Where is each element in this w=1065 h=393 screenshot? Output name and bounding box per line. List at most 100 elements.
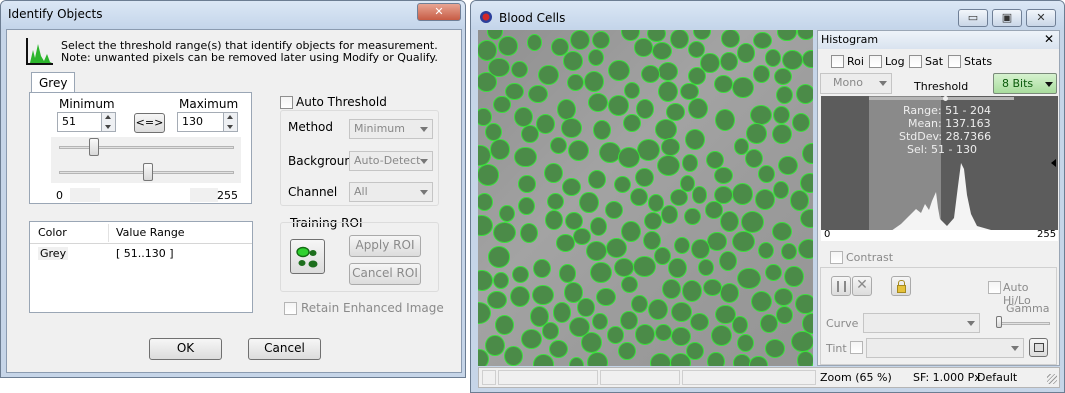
minimum-spinner[interactable]	[101, 112, 116, 132]
blood-cell	[531, 284, 555, 306]
blood-cell	[631, 295, 648, 314]
tint-select[interactable]	[866, 338, 1024, 358]
blood-cell	[607, 95, 630, 116]
blood-cell	[565, 211, 584, 230]
resize-grip-icon[interactable]	[1047, 374, 1057, 384]
blood-cell	[719, 283, 740, 303]
method-select[interactable]: Minimum	[349, 119, 433, 139]
table-header: Color Value Range	[30, 222, 252, 244]
blood-cell	[544, 162, 563, 183]
gamma-slider-track[interactable]	[996, 322, 1050, 325]
maximum-input[interactable]: 130	[177, 112, 224, 132]
table-row[interactable]: Grey [ 51..130 ]	[30, 245, 252, 263]
minimum-slider-track[interactable]	[59, 146, 234, 149]
histogram-tool-button[interactable]	[831, 276, 851, 296]
tab-grey-label: Grey	[39, 76, 68, 90]
background-select[interactable]: Auto-Detect	[349, 151, 433, 171]
auto-threshold-checkbox[interactable]	[280, 96, 293, 109]
image-window-title: Blood Cells	[499, 11, 566, 25]
maximum-spinner[interactable]	[223, 112, 238, 132]
blood-cell	[569, 316, 591, 337]
minimize-button[interactable]: ▭	[958, 9, 988, 27]
blood-cell	[715, 304, 736, 325]
blood-cell	[651, 41, 672, 60]
blood-cell	[698, 259, 715, 277]
log-checkbox[interactable]	[869, 55, 882, 68]
cancel-roi-button[interactable]: Cancel ROI	[349, 263, 421, 285]
maximum-slider-thumb[interactable]	[143, 163, 154, 181]
mono-select[interactable]: Mono	[820, 73, 892, 94]
blood-cell	[519, 223, 538, 244]
blood-cell	[621, 275, 639, 294]
histogram-plot[interactable]: 0 255 Range: 51 - 204 Mean: 137.163 StdD…	[821, 96, 1058, 241]
stat-sel: Sel: 51 - 130	[907, 143, 977, 156]
apply-roi-button[interactable]: Apply ROI	[349, 235, 421, 257]
auto-hilo-checkbox[interactable]	[988, 281, 1001, 294]
blood-cell	[655, 118, 678, 140]
tint-checkbox[interactable]	[850, 341, 863, 354]
blood-cell	[749, 356, 768, 366]
tint-picker-button[interactable]	[1029, 338, 1048, 357]
gamma-slider-thumb[interactable]	[996, 316, 1002, 328]
blood-cell	[764, 339, 786, 358]
stats-checkbox[interactable]	[948, 55, 961, 68]
maximize-button[interactable]: ▣	[992, 9, 1022, 27]
blood-cell	[487, 246, 510, 268]
bits-select[interactable]: 8 Bits	[993, 73, 1057, 94]
roi-checkbox[interactable]	[831, 55, 844, 68]
blood-cells-image[interactable]	[478, 30, 813, 366]
lock-button[interactable]	[891, 276, 911, 296]
blood-cell	[715, 108, 735, 131]
blood-cell	[527, 85, 548, 104]
ok-button[interactable]: OK	[149, 338, 222, 360]
status-bar: Zoom (65 %) SF: 1.000 Px Default	[478, 367, 1060, 388]
contrast-checkbox[interactable]	[830, 251, 843, 264]
tab-grey[interactable]: Grey	[31, 72, 75, 93]
zoom-status: Zoom (65 %)	[820, 371, 892, 384]
blood-cell	[721, 30, 741, 48]
contrast-label: Contrast	[846, 251, 894, 264]
range-max-label: 255	[217, 189, 238, 202]
clear-button[interactable]: ✕	[852, 276, 872, 296]
cancel-button[interactable]: Cancel	[248, 338, 321, 360]
minimum-input[interactable]: 51	[57, 112, 102, 132]
column-divider	[108, 224, 109, 242]
blood-cell	[796, 30, 813, 41]
blood-cell	[784, 265, 804, 288]
status-cell-2	[498, 370, 598, 385]
blood-cell	[704, 201, 724, 219]
blood-cell	[669, 30, 689, 50]
image-close-button[interactable]: ✕	[1026, 9, 1056, 27]
picker-icon	[1034, 343, 1044, 352]
threshold-pointer-icon[interactable]	[1051, 159, 1056, 167]
curve-select[interactable]	[863, 313, 980, 333]
retain-enhanced-checkbox[interactable]	[284, 302, 297, 315]
training-roi-button[interactable]	[290, 239, 325, 274]
blood-cell	[802, 143, 813, 165]
blood-cell	[713, 166, 734, 185]
sat-checkbox[interactable]	[909, 55, 922, 68]
blood-cell	[633, 255, 657, 277]
blood-cell	[587, 92, 608, 112]
blood-cell	[720, 52, 738, 71]
channel-select[interactable]: All	[349, 182, 433, 202]
minimum-slider-thumb[interactable]	[89, 138, 99, 156]
blood-cell	[614, 258, 635, 278]
blood-cell	[707, 351, 725, 366]
histogram-close-icon[interactable]: ✕	[1044, 32, 1054, 46]
blood-cell	[630, 187, 648, 206]
bars-icon	[837, 281, 846, 292]
blood-cell	[556, 99, 577, 120]
blood-cell	[772, 181, 789, 199]
blood-cell	[776, 85, 794, 105]
scale-status: SF: 1.000 Px	[913, 371, 981, 384]
blood-cell	[802, 313, 813, 334]
blood-cell	[682, 280, 703, 302]
blood-cell	[637, 138, 660, 161]
blood-cell	[613, 175, 632, 194]
dialog-close-button[interactable]: ✕	[417, 3, 461, 21]
blood-cell	[618, 147, 641, 169]
swap-button[interactable]: <=>	[134, 113, 165, 133]
blood-cell	[494, 315, 515, 336]
blood-cell	[777, 30, 797, 42]
